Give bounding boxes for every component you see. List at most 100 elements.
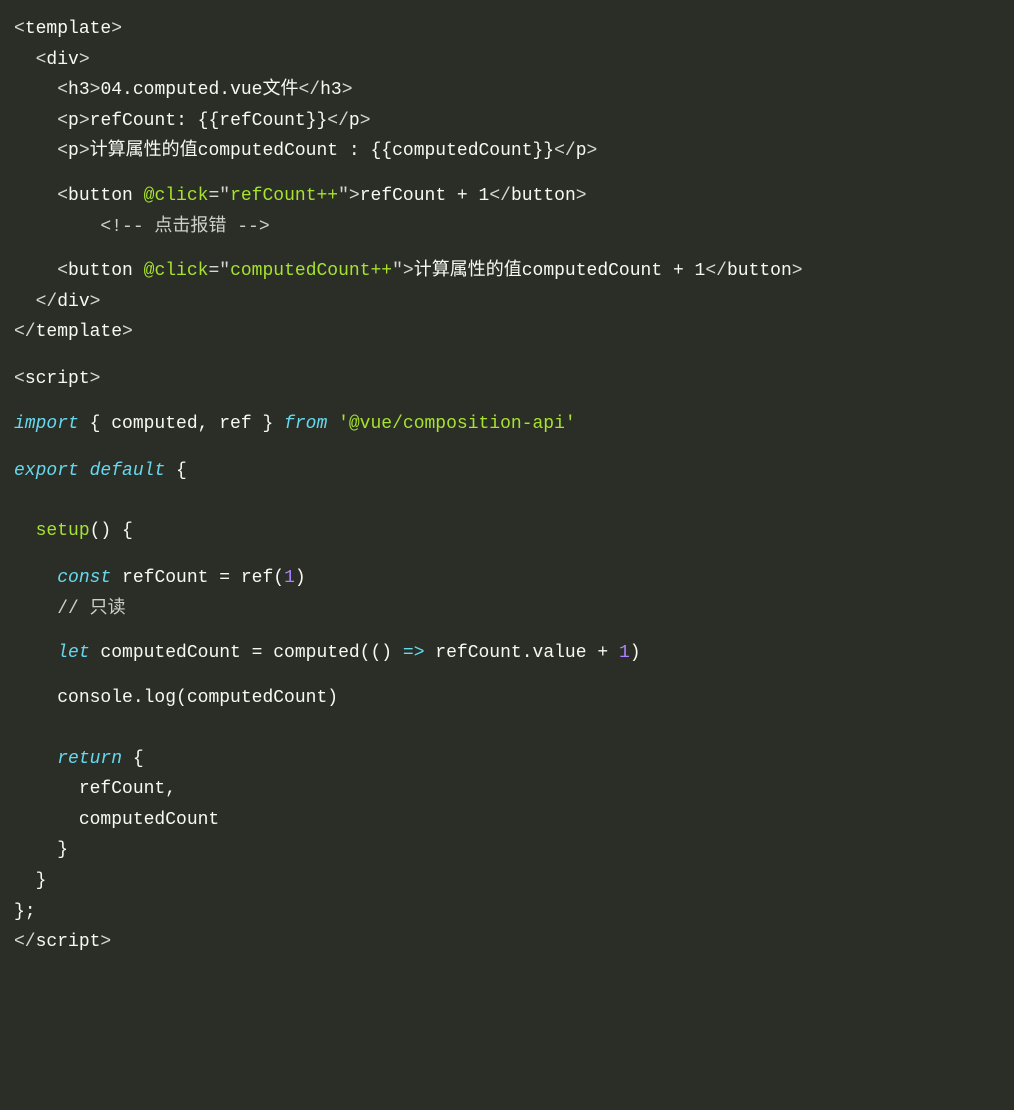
- code-token: refCount++: [230, 186, 338, 206]
- code-token: [79, 461, 90, 481]
- code-line: <p>计算属性的值computedCount : {{computedCount…: [14, 136, 1000, 167]
- code-token: </: [14, 322, 36, 342]
- code-token: p: [68, 141, 79, 161]
- code-token: }: [36, 871, 47, 891]
- code-line: [14, 547, 1000, 563]
- code-token: let: [57, 643, 89, 663]
- code-token: 1: [619, 643, 630, 663]
- code-token: 1: [284, 568, 295, 588]
- code-token: const: [57, 568, 111, 588]
- code-line: </script>: [14, 927, 1000, 958]
- code-token: >: [360, 111, 371, 131]
- code-token: >: [90, 80, 101, 100]
- code-token: >: [100, 932, 111, 952]
- code-line: import { computed, ref } from '@vue/comp…: [14, 409, 1000, 440]
- code-token: return: [57, 749, 122, 769]
- code-token: { computed, ref }: [79, 414, 284, 434]
- code-token: @click: [144, 261, 209, 281]
- code-line: <h3>04.computed.vue文件</h3>: [14, 75, 1000, 106]
- code-token: </: [705, 261, 727, 281]
- code-token: <: [14, 369, 25, 389]
- code-editor[interactable]: <template> <div> <h3>04.computed.vue文件</…: [14, 14, 1000, 958]
- code-token: refCount,: [79, 779, 176, 799]
- code-line: <button @click="refCount++">refCount + 1…: [14, 181, 1000, 212]
- code-token: </: [298, 80, 320, 100]
- code-line: <p>refCount: {{refCount}}</p>: [14, 106, 1000, 137]
- code-token: button: [68, 261, 133, 281]
- code-token: };: [14, 902, 36, 922]
- code-line: <!-- 点击报错 -->: [14, 212, 1000, 243]
- code-token: export: [14, 461, 79, 481]
- code-token: button: [68, 186, 133, 206]
- code-token: h3: [68, 80, 90, 100]
- code-line: }: [14, 866, 1000, 897]
- code-line: [14, 348, 1000, 364]
- code-token: 计算属性的值computedCount + 1: [414, 261, 706, 281]
- code-line: const refCount = ref(1): [14, 563, 1000, 594]
- code-token: <: [57, 80, 68, 100]
- code-token: script: [36, 932, 101, 952]
- code-token: [133, 261, 144, 281]
- code-token: >: [342, 80, 353, 100]
- code-token: refCount + 1: [360, 186, 490, 206]
- code-token: <: [57, 186, 68, 206]
- code-line: [14, 439, 1000, 455]
- code-token: refCount: {{refCount}}: [90, 111, 328, 131]
- code-token: div: [57, 292, 89, 312]
- code-token: {: [122, 749, 144, 769]
- code-token: >: [79, 141, 90, 161]
- code-token: >: [111, 19, 122, 39]
- code-line: console.log(computedCount): [14, 683, 1000, 714]
- code-token: computedCount: [79, 810, 219, 830]
- code-line: </div>: [14, 287, 1000, 318]
- code-token: p: [68, 111, 79, 131]
- code-token: console.log(computedCount): [57, 688, 338, 708]
- code-line: let computedCount = computed(() => refCo…: [14, 638, 1000, 669]
- code-token: () {: [90, 521, 133, 541]
- code-token: p: [349, 111, 360, 131]
- code-token: >: [79, 111, 90, 131]
- code-token: </: [554, 141, 576, 161]
- code-token: @click: [144, 186, 209, 206]
- code-token: template: [36, 322, 122, 342]
- code-token: [327, 414, 338, 434]
- code-token: import: [14, 414, 79, 434]
- code-token: button: [511, 186, 576, 206]
- code-token: <: [14, 19, 25, 39]
- code-line: </template>: [14, 317, 1000, 348]
- code-token: h3: [320, 80, 342, 100]
- code-line: [14, 713, 1000, 729]
- code-token: script: [25, 369, 90, 389]
- code-line: export default {: [14, 456, 1000, 487]
- code-token: div: [46, 50, 78, 70]
- code-line: <script>: [14, 364, 1000, 395]
- code-line: <div>: [14, 45, 1000, 76]
- code-token: >: [587, 141, 598, 161]
- code-token: template: [25, 19, 111, 39]
- code-token: >: [576, 186, 587, 206]
- code-token: p: [576, 141, 587, 161]
- code-token: [133, 186, 144, 206]
- code-line: setup() {: [14, 516, 1000, 547]
- code-token: computedCount = computed((): [90, 643, 403, 663]
- code-line: // 只读: [14, 594, 1000, 625]
- code-token: refCount.value +: [425, 643, 619, 663]
- code-token: {: [165, 461, 187, 481]
- code-token: </: [14, 932, 36, 952]
- code-token: refCount = ref(: [111, 568, 284, 588]
- code-token: // 只读: [57, 599, 125, 619]
- code-token: <: [57, 141, 68, 161]
- code-token: }: [57, 840, 68, 860]
- code-token: from: [284, 414, 327, 434]
- code-token: <: [36, 50, 47, 70]
- code-line: [14, 486, 1000, 502]
- code-line: refCount,: [14, 774, 1000, 805]
- code-token: >: [79, 50, 90, 70]
- code-token: 04.computed.vue文件: [100, 80, 298, 100]
- code-token: ">: [338, 186, 360, 206]
- code-token: ">: [392, 261, 414, 281]
- code-token: <!-- 点击报错 -->: [100, 217, 269, 237]
- code-token: </: [36, 292, 58, 312]
- code-line: computedCount: [14, 805, 1000, 836]
- code-token: =": [208, 186, 230, 206]
